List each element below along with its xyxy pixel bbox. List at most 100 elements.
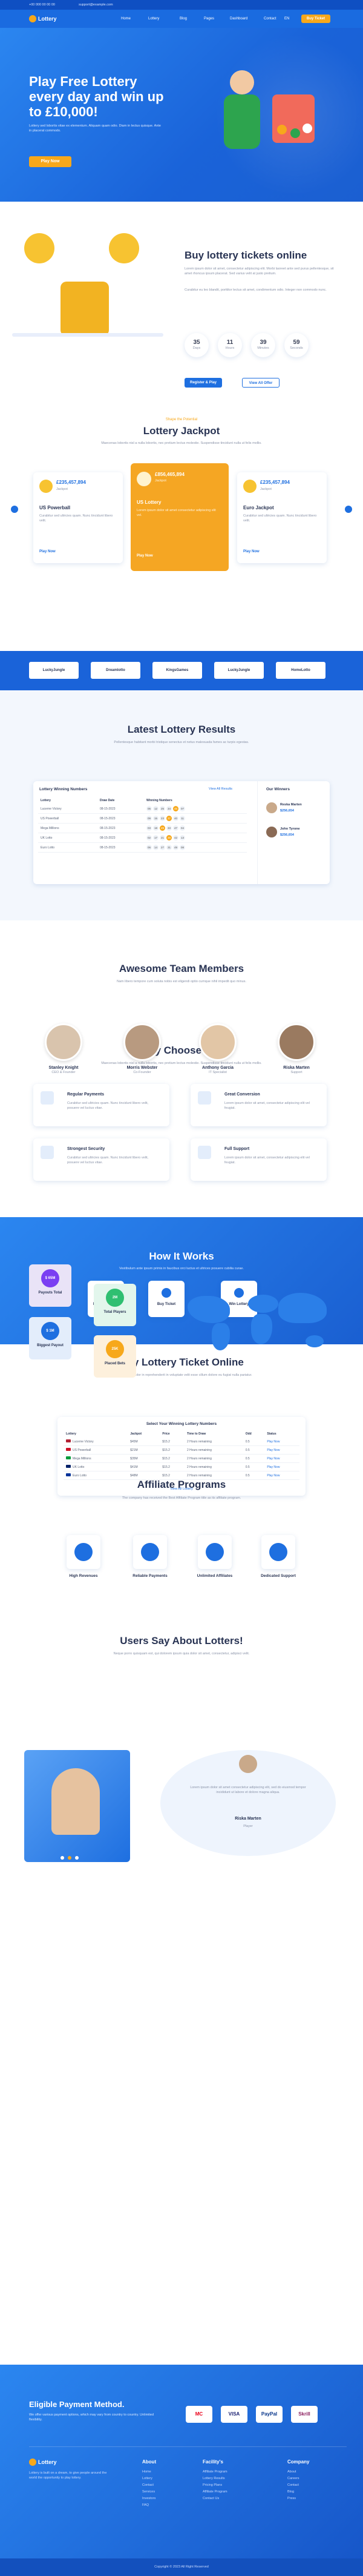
- coin-icon: [39, 480, 53, 493]
- carousel-prev-icon[interactable]: [11, 506, 18, 513]
- buy-ticket-button[interactable]: Buy Ticket: [301, 15, 330, 23]
- support-icon: [269, 1543, 287, 1561]
- play-now-link[interactable]: Play Now: [264, 1454, 299, 1463]
- brand-logo: KingsGames: [152, 662, 202, 679]
- count-seconds: 59: [293, 339, 300, 346]
- logo-text[interactable]: Lottery: [38, 16, 57, 22]
- testimonial-quote: Lorem ipsum dolor sit amet consectetur a…: [190, 1786, 306, 1794]
- play-now-link[interactable]: Play Now: [137, 554, 153, 558]
- hero-text: Lottery sed lobortis vitae ex elementum.…: [29, 124, 161, 133]
- payment-icon: [141, 1543, 159, 1561]
- testimonial-name: Riska Marten: [235, 1817, 261, 1821]
- step-card: Buy Ticket: [148, 1281, 185, 1317]
- nav-contact[interactable]: Contact: [264, 17, 276, 21]
- flag-icon: [66, 1448, 71, 1451]
- conversion-icon: [198, 1091, 211, 1105]
- play-now-button[interactable]: Play Now: [29, 156, 71, 167]
- visa-icon: VISA: [221, 2406, 247, 2423]
- jackpot-card[interactable]: £235,457,894 Jackpot Euro Jackpot Curabi…: [237, 472, 327, 563]
- slider-dot[interactable]: [75, 1856, 79, 1860]
- table-row[interactable]: Lucerne Victory $45M $15.2 2 Hours remainin…: [64, 1438, 299, 1446]
- payment-text: We offer various payment options, which …: [29, 2413, 154, 2422]
- view-offer-button[interactable]: View All Offer: [242, 378, 280, 388]
- slider-dot[interactable]: [68, 1856, 71, 1860]
- avatar: [266, 802, 277, 813]
- affiliate-text: The company has received the Best Affili…: [122, 1496, 241, 1500]
- winners-title: Our Winners: [266, 787, 290, 791]
- table-row[interactable]: Euro Lotto 08-15-2023 06 14 27 31 49 08: [38, 842, 247, 853]
- footer-logo[interactable]: Lottery: [38, 2459, 57, 2465]
- table-row[interactable]: Lucerne Victory 08-15-2023 05 12 25 34 45 07: [38, 804, 247, 814]
- ticket-icon: [162, 1288, 171, 1298]
- table-row[interactable]: UK Lotto $41M $15.2 2 Hours remaining 0.5 Pla…: [64, 1462, 299, 1471]
- shield-icon: [41, 1146, 54, 1159]
- nav-home[interactable]: Home: [121, 17, 131, 21]
- brand-logo: LuckyJungle: [29, 662, 79, 679]
- play-now-link[interactable]: Play Now: [264, 1462, 299, 1471]
- testimonial-bubble: Lorem ipsum dolor sit amet consectetur a…: [160, 1750, 336, 1856]
- slider-dot[interactable]: [60, 1856, 64, 1860]
- flag-icon: [66, 1465, 71, 1468]
- lang-select[interactable]: EN: [284, 17, 289, 21]
- avatar: [278, 1023, 315, 1061]
- avatar: [51, 1768, 100, 1835]
- table-row[interactable]: Mega Millions $35M $15.2 2 Hours remaining 0…: [64, 1454, 299, 1463]
- jackpot-amount: £856,465,894: [155, 472, 185, 477]
- results-table-title: Lottery Winning Numbers: [39, 787, 88, 791]
- feature-card: Full Support Lorem ipsum dolor sit amet, …: [191, 1138, 327, 1181]
- jackpot-card-featured[interactable]: £856,465,894 Jackpot US Lottery Lorem ip…: [131, 463, 229, 571]
- footer-col-facility: Facility's Affiliate Program Lottery Resul…: [203, 2459, 227, 2500]
- jackpot-name: Euro Jackpot: [243, 505, 274, 510]
- hero-illustration: [206, 52, 327, 173]
- results-title: Latest Lottery Results: [127, 724, 236, 735]
- nav-pages[interactable]: Pages: [204, 17, 214, 21]
- jackpot-amount: £235,457,894: [260, 480, 290, 485]
- stat-card: $ 65M Payouts Total: [29, 1264, 71, 1307]
- logo-icon: [29, 2459, 36, 2466]
- play-now-link[interactable]: Play Now: [39, 550, 56, 553]
- view-all-results-link[interactable]: View All Results: [209, 787, 232, 791]
- testimonials-title: Users Say About Lotters!: [120, 1635, 243, 1646]
- count-days: 35: [193, 339, 200, 346]
- how-text: Vestibulum ante ipsum primis in faucibus…: [119, 1267, 244, 1270]
- skrill-icon: Skrill: [291, 2406, 318, 2423]
- table-row[interactable]: US Powerball $21M $15.2 2 Hours remaining 0.…: [64, 1445, 299, 1455]
- team-title: Awesome Team Members: [119, 963, 244, 974]
- play-now-link[interactable]: Play Now: [264, 1445, 299, 1455]
- footer-col-about: About Home Lottery Contact Services Investors…: [142, 2459, 157, 2507]
- buy-title: Buy lottery tickets online: [185, 249, 307, 261]
- team-member[interactable]: Morris Webster Co-Founder: [112, 1023, 172, 1075]
- play-now-link[interactable]: Play Now: [243, 550, 260, 553]
- brand-logo: LuckyJungle: [214, 662, 264, 679]
- payment-title: Eligible Payment Method.: [29, 2400, 125, 2409]
- nav-lottery[interactable]: Lottery: [148, 17, 159, 21]
- buy-text-2: Curabitur eu leo blandit, porttitor lect…: [185, 288, 327, 292]
- jackpot-title: Lottery Jackpot: [143, 425, 220, 437]
- affiliate-item: High Revenues: [53, 1535, 114, 1578]
- affiliate-title: Affiliate Programs: [137, 1479, 226, 1490]
- team-member[interactable]: Riska Marten Support: [266, 1023, 327, 1075]
- jackpot-carousel: £235,457,894 Jackpot US Powerball Curabi…: [0, 460, 363, 575]
- table-row[interactable]: US Powerball 08-15-2023 09 15 23 37 40 11: [38, 813, 247, 824]
- affiliate-item: Reliable Payments: [120, 1535, 180, 1578]
- results-text: Pellentesque habitant morbi tristique se…: [114, 741, 249, 744]
- buy-text: Lorem ipsum dolor sit amet, consectetur …: [185, 267, 334, 276]
- revenue-icon: [74, 1543, 93, 1561]
- register-play-button[interactable]: Register & Play: [185, 378, 222, 388]
- nav-dashboard[interactable]: Dashboard: [230, 17, 247, 21]
- jackpot-kicker: Shape the Potential: [165, 418, 198, 421]
- testimonials-text: Neque porro quisquam est, qui dolorem ip…: [113, 1652, 250, 1656]
- nav-blog[interactable]: Blog: [180, 17, 187, 21]
- play-now-link[interactable]: Play Now: [264, 1438, 299, 1446]
- email-text: support@example.com: [79, 3, 113, 7]
- jackpot-name: US Powerball: [39, 505, 71, 510]
- table-row[interactable]: Mega Millions 08-15-2023 03 18 29 33 47 04: [38, 823, 247, 833]
- team-member[interactable]: Anthony Garcia IT Specialist: [188, 1023, 248, 1075]
- team-member[interactable]: Stanley Knight CEO & Founder: [33, 1023, 94, 1075]
- table-row[interactable]: UK Lotto 08-15-2023 02 17 21 38 42 13: [38, 833, 247, 843]
- results-card: Lottery Winning Numbers View All Results…: [33, 781, 330, 884]
- carousel-next-icon[interactable]: [345, 506, 352, 513]
- jackpot-card[interactable]: £235,457,894 Jackpot US Powerball Curabi…: [33, 472, 123, 563]
- coin-icon: [137, 472, 151, 486]
- coins-illustration: [12, 209, 169, 348]
